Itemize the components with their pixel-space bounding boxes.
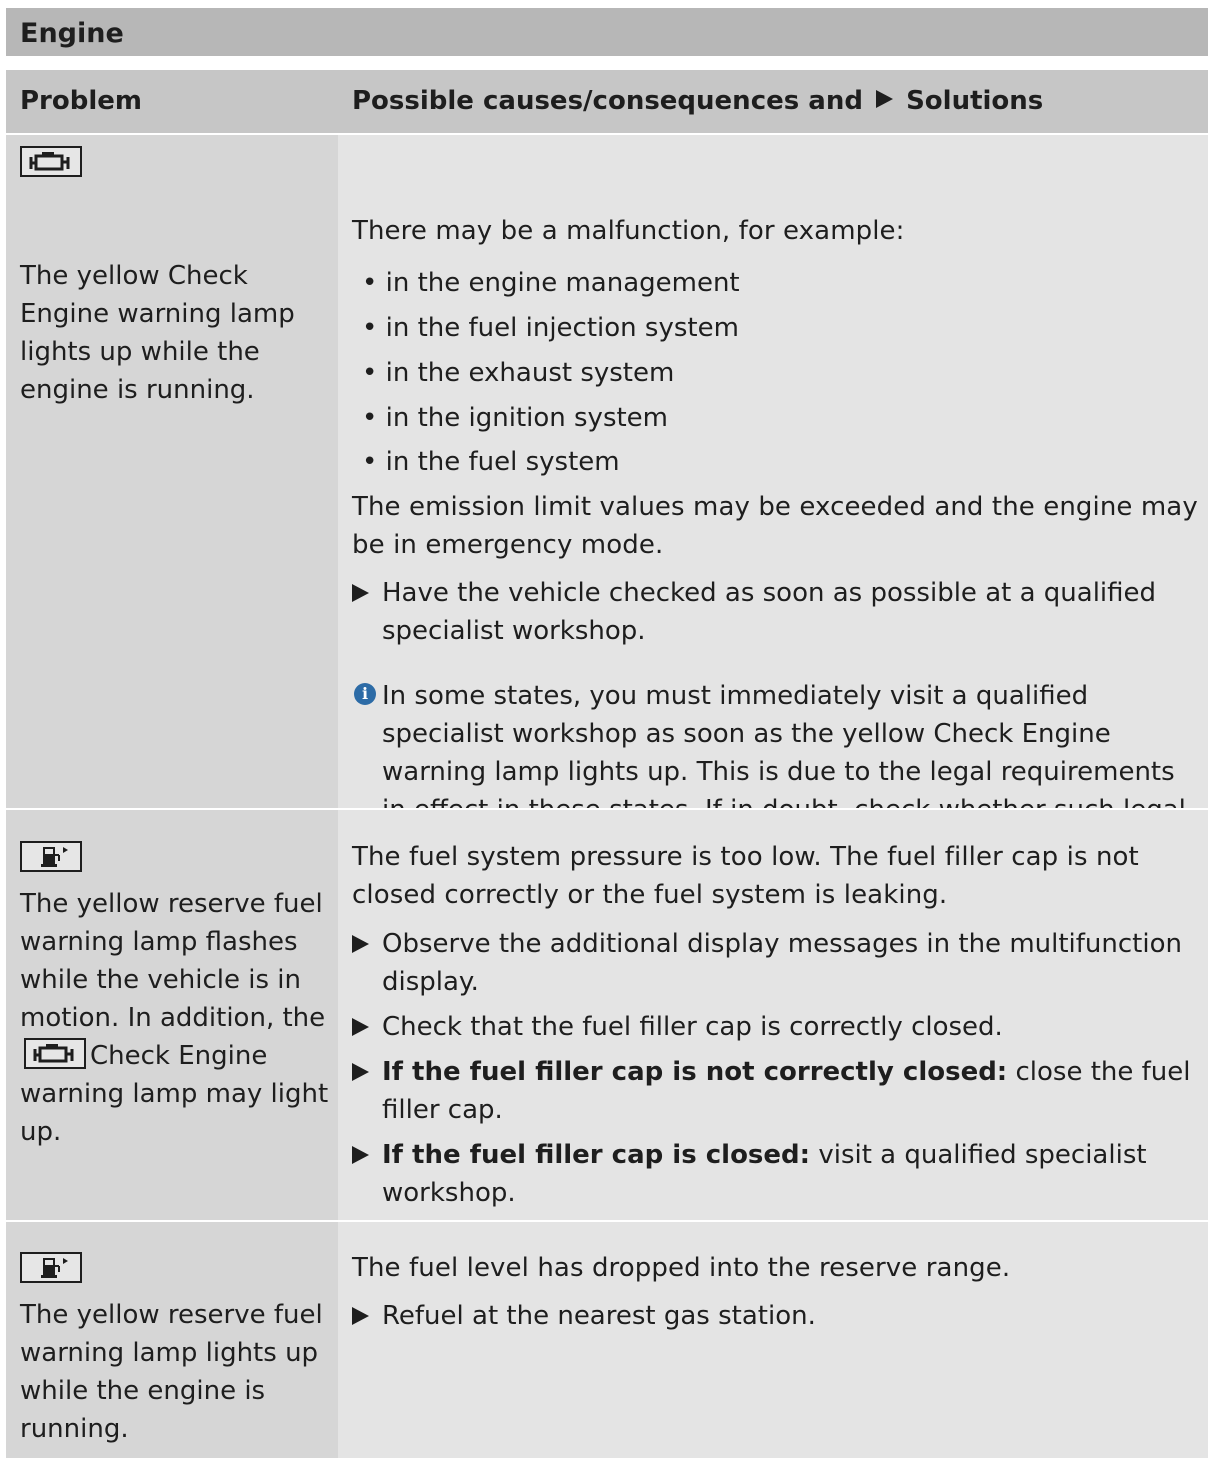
- triangle-icon: [876, 90, 893, 108]
- table-row: The yellow reserve fuel warning lamp fla…: [6, 808, 1208, 1220]
- reserve-fuel-icon: [20, 841, 82, 872]
- header-solutions-suffix: Solutions: [906, 86, 1044, 116]
- triangle-icon: [352, 1146, 369, 1164]
- problem-text: The yellow reserve fuel warning lamp fla…: [20, 885, 330, 1151]
- problem-text: The yellow reserve fuel warning lamp lig…: [20, 1300, 323, 1444]
- list-item: • in the fuel system: [362, 447, 620, 477]
- list-item: • in the fuel injection system: [362, 313, 739, 343]
- solution-step: Check that the fuel filler cap is correc…: [352, 1008, 1206, 1046]
- problem-cell: The yellow reserve fuel warning lamp fla…: [6, 810, 338, 1220]
- consequence-text: The emission limit values may be exceede…: [352, 492, 1198, 560]
- list-item: • in the engine management: [362, 268, 740, 298]
- reserve-fuel-icon: [20, 1252, 82, 1283]
- list-item-text: in the engine management: [385, 268, 740, 298]
- solution-step: Observe the additional display messages …: [352, 925, 1206, 1001]
- header-solutions-prefix: Possible causes/consequences and: [352, 86, 863, 116]
- triangle-icon: [352, 1018, 369, 1036]
- triangle-icon: [352, 935, 369, 953]
- list-item-text: in the fuel system: [385, 447, 620, 477]
- solution-step: If the fuel filler cap is not correctly …: [352, 1053, 1206, 1129]
- triangle-icon: [352, 1307, 369, 1325]
- list-item: • in the exhaust system: [362, 358, 675, 388]
- cause-intro: The fuel system pressure is too low. The…: [352, 842, 1139, 910]
- info-icon: i: [354, 683, 376, 705]
- triangle-icon: [352, 1063, 369, 1081]
- cause-intro: There may be a malfunction, for example:: [352, 216, 905, 246]
- section-bar: Engine: [6, 8, 1208, 56]
- problem-text: The yellow Check Engine warning lamp lig…: [20, 261, 295, 405]
- solution-step: If the fuel filler cap is closed: visit …: [352, 1136, 1206, 1212]
- table-header: Problem Possible causes/consequences and…: [6, 70, 1208, 133]
- cause-intro: The fuel level has dropped into the rese…: [352, 1253, 1011, 1283]
- solution-step-condition: If the fuel filler cap is closed:: [382, 1140, 811, 1170]
- header-solutions: Possible causes/consequences and Solutio…: [352, 86, 1043, 116]
- solution-step: Have the vehicle checked as soon as poss…: [352, 574, 1206, 650]
- list-item-text: in the exhaust system: [385, 358, 675, 388]
- table-row: The yellow reserve fuel warning lamp lig…: [6, 1220, 1208, 1458]
- list-item: • in the ignition system: [362, 403, 669, 433]
- list-item-text: in the ignition system: [385, 403, 669, 433]
- check-engine-icon: [20, 146, 82, 177]
- check-engine-icon: [24, 1038, 86, 1069]
- solution-step: Refuel at the nearest gas station.: [352, 1297, 1206, 1335]
- troubleshooting-table: Problem Possible causes/consequences and…: [6, 70, 1208, 1458]
- problem-cell: The yellow Check Engine warning lamp lig…: [6, 135, 338, 808]
- solution-step-text: Observe the additional display messages …: [382, 929, 1182, 997]
- problem-text-part1: The yellow reserve fuel warning lamp fla…: [20, 889, 326, 1033]
- list-item-text: in the fuel injection system: [385, 313, 739, 343]
- section-title: Engine: [20, 18, 124, 49]
- solution-step-condition: If the fuel filler cap is not correctly …: [382, 1057, 1008, 1087]
- header-problem: Problem: [20, 86, 142, 116]
- table-row: The yellow Check Engine warning lamp lig…: [6, 133, 1208, 901]
- solution-step-text: Refuel at the nearest gas station.: [382, 1301, 816, 1331]
- solution-step-text: Have the vehicle checked as soon as poss…: [382, 578, 1157, 646]
- problem-cell: The yellow reserve fuel warning lamp lig…: [6, 1222, 338, 1458]
- solution-step-text: Check that the fuel filler cap is correc…: [382, 1012, 1003, 1042]
- triangle-icon: [352, 584, 369, 602]
